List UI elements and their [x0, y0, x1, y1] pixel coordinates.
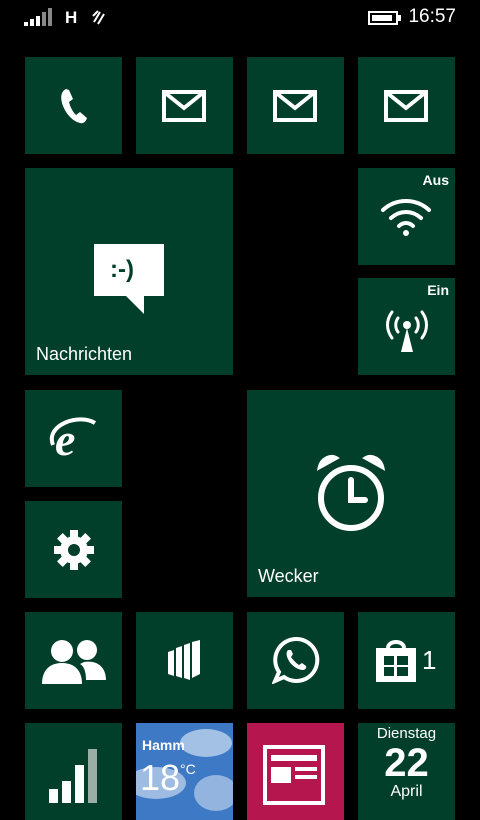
whatsapp-icon [272, 636, 320, 684]
news-tile[interactable] [247, 723, 344, 820]
weather-city: Hamm [142, 737, 185, 753]
clock: 16:57 [408, 6, 456, 27]
office-tile[interactable] [136, 612, 233, 709]
people-icon [42, 638, 106, 684]
hotspot-tile[interactable]: Ein [358, 278, 455, 375]
mail-icon [384, 90, 428, 122]
messaging-tile[interactable]: :-) Nachrichten [25, 168, 233, 375]
calendar-date: 22 [384, 741, 429, 785]
mail-icon [162, 90, 206, 122]
emoticon-text: :-) [110, 256, 134, 283]
wifi-state: Aus [422, 172, 449, 188]
mail-icon [273, 90, 317, 122]
wifi-tile[interactable]: Aus [358, 168, 455, 265]
mail-tile-2[interactable] [247, 57, 344, 154]
battery-icon [368, 11, 402, 25]
news-icon [263, 745, 329, 805]
phone-tile[interactable] [25, 57, 122, 154]
phone-icon [58, 87, 90, 125]
network-type: H [65, 8, 78, 27]
data-transfer-icon [90, 8, 108, 26]
internet-explorer-tile[interactable]: e [25, 390, 122, 487]
messaging-label: Nachrichten [36, 344, 133, 364]
store-icon [374, 638, 418, 682]
whatsapp-tile[interactable] [247, 612, 344, 709]
office-icon [168, 640, 202, 680]
calendar-weekday: Dienstag [376, 725, 437, 742]
internet-explorer-icon: e [49, 415, 99, 461]
store-tile[interactable]: 1 [358, 612, 455, 709]
people-tile[interactable] [25, 612, 122, 709]
settings-tile[interactable] [25, 501, 122, 598]
weather-tile[interactable]: Hamm 18 °C [136, 723, 233, 820]
wifi-icon [380, 196, 432, 238]
weather-unit: °C [180, 761, 196, 777]
calendar-tile[interactable]: Dienstag 22 April [358, 723, 455, 820]
hotspot-icon [384, 306, 430, 354]
signal-bars-icon [47, 747, 103, 803]
store-update-count: 1 [422, 645, 437, 675]
hotspot-state: Ein [427, 282, 449, 298]
gear-icon [53, 529, 95, 571]
alarm-clock-icon [313, 452, 389, 536]
signal-strength-icon [24, 8, 54, 26]
calendar-month: April [390, 783, 423, 800]
signal-tile[interactable] [25, 723, 122, 820]
weather-temperature: 18 [140, 757, 181, 798]
mail-tile-3[interactable] [358, 57, 455, 154]
alarms-label: Wecker [258, 566, 319, 586]
status-bar: H 16:57 [0, 0, 480, 36]
mail-tile-1[interactable] [136, 57, 233, 154]
alarms-tile[interactable]: Wecker [247, 390, 455, 597]
